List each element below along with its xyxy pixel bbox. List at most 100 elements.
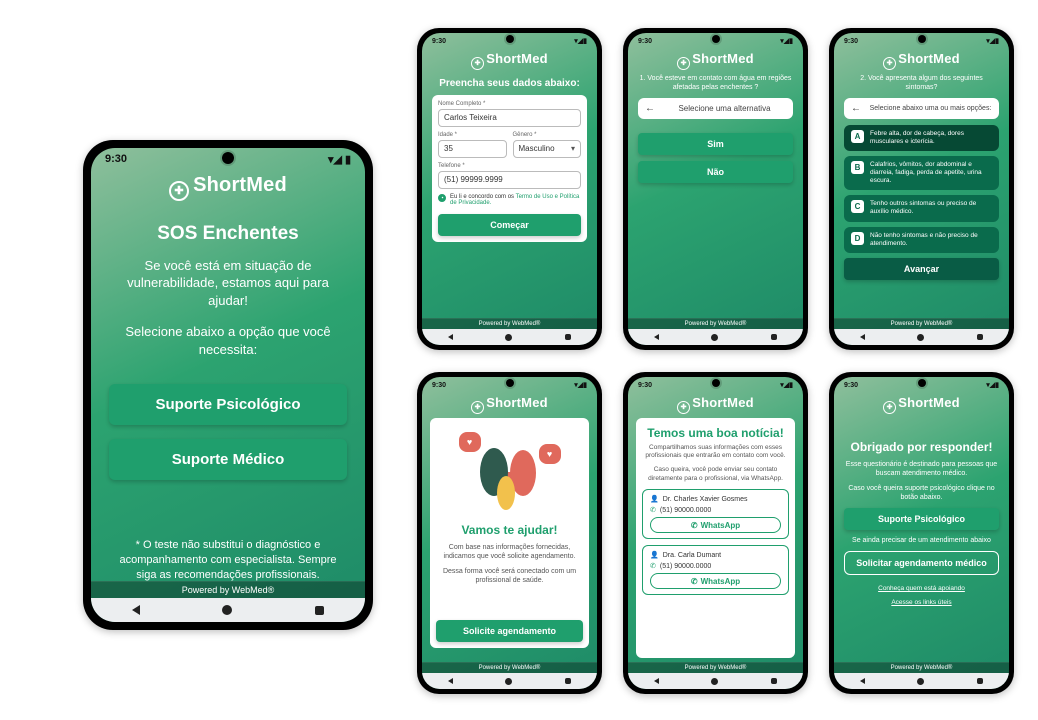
gender-select[interactable]: Masculino▾ [513, 140, 582, 158]
medical-support-button[interactable]: Suporte Médico [109, 439, 347, 480]
statusbar: 9:30 ▾◢▮ [834, 33, 1009, 49]
status-time: 9:30 [844, 382, 858, 389]
nav-back-icon[interactable] [654, 334, 659, 340]
doctors-card: Temos uma boa notícia! Compartilhamos su… [636, 418, 795, 658]
schedule-button[interactable]: Solicite agendamento [436, 620, 583, 642]
footer: Powered by WebMed® [422, 662, 597, 673]
nav-recent-icon[interactable] [565, 334, 571, 340]
intro-text: Se você está em situação de vulnerabilid… [109, 257, 347, 310]
status-icons: ▾◢▮ [328, 153, 351, 166]
navbar [628, 329, 803, 345]
navbar [422, 673, 597, 689]
back-arrow-icon[interactable]: ← [645, 103, 655, 114]
advance-button[interactable]: Avançar [844, 258, 999, 280]
terms-checkbox[interactable] [438, 194, 446, 202]
whatsapp-button-2[interactable]: ✆WhatsApp [650, 573, 781, 589]
camera-hole [506, 35, 514, 43]
statusbar: 9:30 ▾◢▮ [628, 377, 803, 393]
option-c[interactable]: C Tenho outros sintomas ou preciso de au… [844, 195, 999, 221]
page-title: SOS Enchentes [109, 223, 347, 245]
navbar [628, 673, 803, 689]
phone-input[interactable]: (51) 99999.9999 [438, 171, 581, 189]
option-a[interactable]: A Febre alta, dor de cabeça, dores muscu… [844, 125, 999, 151]
nav-back-icon[interactable] [448, 678, 453, 684]
nav-recent-icon[interactable] [771, 678, 777, 684]
thanks-p1: Esse questionário é destinado para pesso… [844, 460, 999, 478]
doctors-p1: Compartilhamos suas informações com esse… [642, 444, 789, 461]
status-time: 9:30 [105, 153, 127, 165]
no-button[interactable]: Não [638, 161, 793, 183]
help-p2: Dessa forma você será conectado com um p… [436, 567, 583, 585]
footer: Powered by WebMed® [422, 318, 597, 329]
yes-button[interactable]: Sim [638, 133, 793, 155]
brand-icon: ✚ [169, 181, 189, 201]
nav-home-icon[interactable] [222, 605, 232, 615]
option-letter: D [851, 232, 864, 245]
camera-hole [712, 379, 720, 387]
form-title: Preencha seus dados abaixo: [432, 78, 587, 89]
nav-recent-icon[interactable] [565, 678, 571, 684]
nav-back-icon[interactable] [448, 334, 453, 340]
q2-text: 2. Você apresenta algum dos seguintes si… [844, 74, 999, 92]
navbar [91, 598, 365, 622]
phone-help: 9:30 ▾◢▮ ✚ShortMed ♥ ♥ ♥ Vamos te ajudar… [417, 372, 602, 694]
psych-support-button[interactable]: Suporte Psicológico [109, 384, 347, 425]
footer: Powered by WebMed® [834, 318, 1009, 329]
camera-hole [222, 152, 234, 164]
navbar [422, 329, 597, 345]
useful-links[interactable]: Acesse os links úteis [844, 599, 999, 607]
camera-hole [918, 379, 926, 387]
nav-home-icon[interactable] [917, 678, 924, 685]
nav-home-icon[interactable] [505, 678, 512, 685]
terms-checkbox-row[interactable]: Eu li e concordo com os Termo de Uso e P… [438, 194, 581, 206]
back-arrow-icon[interactable]: ← [851, 103, 861, 114]
nav-recent-icon[interactable] [771, 334, 777, 340]
help-p1: Com base nas informações fornecidas, ind… [436, 543, 583, 561]
psych-support-button-2[interactable]: Suporte Psicológico [844, 508, 999, 530]
nav-home-icon[interactable] [917, 334, 924, 341]
option-d[interactable]: D Não tenho sintomas e não preciso de at… [844, 227, 999, 253]
help-card: ♥ ♥ ♥ Vamos te ajudar! Com base nas info… [430, 418, 589, 648]
statusbar: 9:30 ▾◢▮ [628, 33, 803, 49]
nav-back-icon[interactable] [860, 334, 865, 340]
phone-main: 9:30 ▾◢▮ ✚ShortMed SOS Enchentes Se você… [83, 140, 373, 630]
camera-hole [506, 379, 514, 387]
option-b[interactable]: B Calafrios, vômitos, dor abdominal e di… [844, 156, 999, 190]
nav-home-icon[interactable] [711, 334, 718, 341]
status-icons: ▾◢▮ [986, 381, 999, 389]
doc1-name: Dr. Charles Xavier Gosmes [663, 496, 748, 503]
q1-text: 1. Você esteve em contato com água em re… [638, 74, 793, 92]
nav-back-icon[interactable] [654, 678, 659, 684]
nav-back-icon[interactable] [132, 605, 140, 615]
nav-home-icon[interactable] [711, 678, 718, 685]
family-illustration: ♥ ♥ ♥ [455, 428, 565, 513]
nav-home-icon[interactable] [505, 334, 512, 341]
name-input[interactable]: Carlos Teixeira [438, 109, 581, 127]
screen-help: 9:30 ▾◢▮ ✚ShortMed ♥ ♥ ♥ Vamos te ajudar… [422, 377, 597, 689]
nav-recent-icon[interactable] [977, 678, 983, 684]
nav-back-icon[interactable] [860, 678, 865, 684]
doctors-title: Temos uma boa notícia! [642, 426, 789, 440]
brand-logo: ✚ShortMed [834, 393, 1009, 418]
nav-recent-icon[interactable] [315, 606, 324, 615]
start-button[interactable]: Começar [438, 214, 581, 236]
option-letter: C [851, 200, 864, 213]
brand-logo: ✚ShortMed [422, 49, 597, 74]
age-label: Idade * [438, 132, 507, 138]
thanks-title: Obrigado por responder! [844, 440, 999, 454]
nav-recent-icon[interactable] [977, 334, 983, 340]
option-letter: B [851, 161, 864, 174]
phone-thanks: 9:30 ▾◢▮ ✚ShortMed Obrigado por responde… [829, 372, 1014, 694]
whatsapp-icon: ✆ [691, 577, 698, 586]
user-icon: 👤 [650, 495, 659, 503]
age-input[interactable]: 35 [438, 140, 507, 158]
status-time: 9:30 [844, 38, 858, 45]
phone-icon: ✆ [650, 506, 656, 514]
status-icons: ▾◢▮ [574, 37, 587, 45]
camera-hole [712, 35, 720, 43]
whatsapp-button-1[interactable]: ✆WhatsApp [650, 517, 781, 533]
form-card: Nome Completo * Carlos Teixeira Idade * … [432, 95, 587, 242]
prompt-text: Selecione abaixo a opção que você necess… [109, 323, 347, 358]
supporters-link[interactable]: Conheça quem está apoiando [844, 585, 999, 593]
request-schedule-button[interactable]: Solicitar agendamento médico [844, 551, 999, 575]
